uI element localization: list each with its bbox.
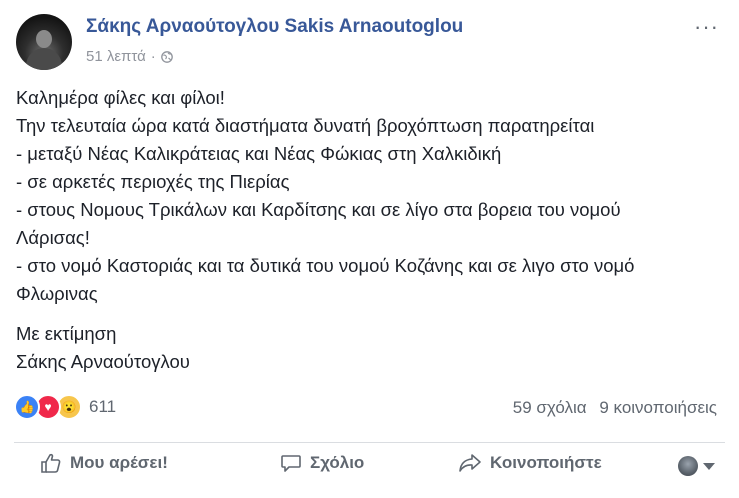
react-as-selector[interactable] <box>678 456 715 476</box>
share-button[interactable]: Κοινοποιήστε <box>458 452 602 474</box>
post-line: - στους Νομους Τρικάλων και Καρδίτσης κα… <box>16 199 621 220</box>
post-signoff-line: Σάκης Αρναούτογλου <box>16 351 190 372</box>
comment-button-label: Σχόλιο <box>310 453 365 472</box>
shares-count-link[interactable]: 9 κοινοποιήσεις <box>599 398 717 417</box>
comment-button[interactable]: Σχόλιο <box>280 452 364 474</box>
post-line: Φλωρινας <box>16 283 98 304</box>
thumbs-up-icon <box>41 453 61 473</box>
chevron-down-icon <box>703 462 715 470</box>
avatar-head <box>36 30 52 48</box>
comments-count-link[interactable]: 59 σχόλια <box>513 398 587 417</box>
post-meta: 51 λεπτά · <box>86 48 173 65</box>
engagement-counts: 59 σχόλια 9 κοινοποιήσεις <box>513 398 717 418</box>
post-line: - σε αρκετές περιοχές της Πιερίας <box>16 171 290 192</box>
share-button-label: Κοινοποιήστε <box>490 453 602 472</box>
actions-divider <box>14 442 725 443</box>
reaction-summary[interactable]: 👍 ♥ 😮 611 <box>14 394 116 420</box>
globe-icon[interactable] <box>160 50 173 63</box>
post-line: - στο νομό Καστοριάς και τα δυτικά του ν… <box>16 255 635 276</box>
author-avatar[interactable] <box>16 14 72 70</box>
comment-icon <box>281 455 301 472</box>
like-reaction-icon: 👍 <box>14 394 40 420</box>
like-button-label: Μου αρέσει! <box>70 453 168 472</box>
meta-separator: · <box>150 48 156 65</box>
post-line: - μεταξύ Νέας Καλικράτειας και Νέας Φώκι… <box>16 143 502 164</box>
more-options-icon[interactable]: ··· <box>694 14 719 40</box>
like-button[interactable]: Μου αρέσει! <box>40 452 168 474</box>
user-mini-avatar <box>678 456 698 476</box>
post-signoff-line: Με εκτίμηση <box>16 323 117 344</box>
post-line: Λάρισας! <box>16 227 90 248</box>
post-timestamp[interactable]: 51 λεπτά <box>86 48 146 65</box>
post-header: Σάκης Αρναούτογλου Sakis Arnaoutoglou 51… <box>16 10 723 70</box>
post-body: Καλημέρα φίλες και φίλοι! Την τελευταία … <box>16 84 726 376</box>
share-arrow-icon <box>459 454 481 472</box>
author-name[interactable]: Σάκης Αρναούτογλου Sakis Arnaoutoglou <box>86 16 463 38</box>
reaction-count[interactable]: 611 <box>89 397 116 417</box>
post-actions: Μου αρέσει! Σχόλιο Κοινοποιήστε <box>40 452 719 488</box>
avatar-shoulders <box>26 48 62 70</box>
post-line: Καλημέρα φίλες και φίλοι! <box>16 87 225 108</box>
post-line: Την τελευταία ώρα κατά διαστήματα δυνατή… <box>16 115 595 136</box>
